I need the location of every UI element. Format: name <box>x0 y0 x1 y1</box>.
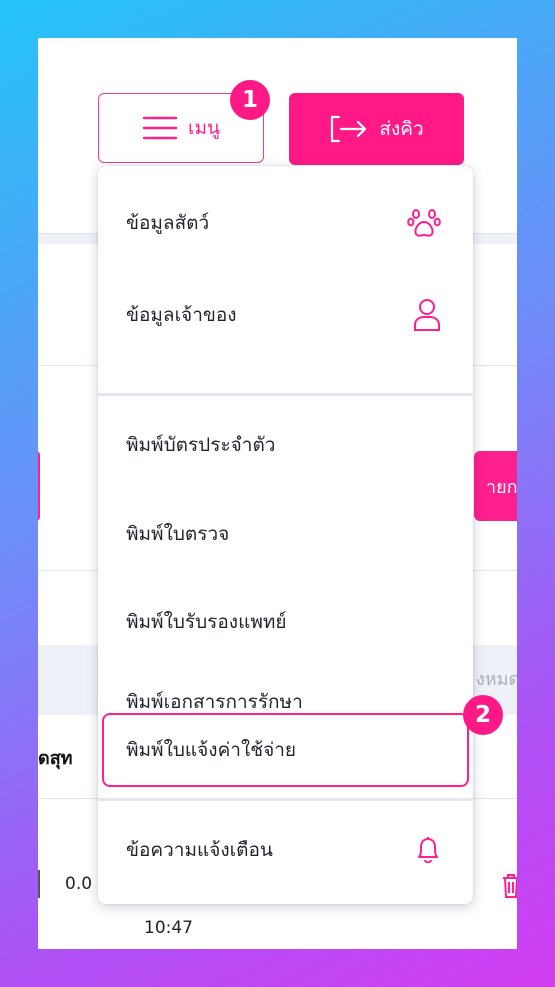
bg-left-button <box>38 451 40 521</box>
bell-icon <box>418 837 438 864</box>
bg-column-header: ดสุท <box>38 748 73 769</box>
bg-time: 10:47 <box>144 918 193 938</box>
app-screen: ายกา งหมด ดสุท 0.0 10:47 เมนู 1 ส่งคิว ข… <box>38 38 517 949</box>
menu-item-print-id-card[interactable]: พิมพ์บัตรประจำตัว <box>98 413 473 477</box>
logout-arrow-icon <box>331 115 367 143</box>
send-queue-button[interactable]: ส่งคิว <box>289 93 464 165</box>
menu-item-label: ข้อมูลเจ้าของ <box>126 304 237 326</box>
menu-item-animal-info[interactable]: ข้อมูลสัตว์ <box>98 191 473 255</box>
menu-item-print-invoice[interactable]: พิมพ์ใบแจ้งค่าใช้จ่าย <box>98 718 473 782</box>
menu-item-owner-info[interactable]: ข้อมูลเจ้าของ <box>98 283 473 347</box>
bg-filter-all[interactable]: งหมด <box>476 664 517 693</box>
menu-item-label: พิมพ์ใบแจ้งค่าใช้จ่าย <box>126 739 297 761</box>
bg-right-button-label: ายกา <box>486 476 517 498</box>
menu-divider <box>98 393 473 396</box>
menu-divider <box>98 798 473 801</box>
menu-item-label: พิมพ์บัตรประจำตัว <box>126 434 276 456</box>
step-badge-1: 1 <box>230 80 270 120</box>
menu-dropdown: ข้อมูลสัตว์ ข้อมูลเจ้าของ พิมพ์บัตรประจำ… <box>98 166 473 904</box>
person-icon <box>414 299 440 331</box>
menu-item-label: พิมพ์ใบรับรองแพทย์ <box>126 611 287 633</box>
paw-icon <box>407 209 441 237</box>
hamburger-icon <box>142 116 178 140</box>
menu-item-label: ข้อมูลสัตว์ <box>126 212 210 234</box>
bg-row-marker <box>38 870 40 898</box>
menu-button-label: เมนู <box>187 117 220 139</box>
menu-item-label: ข้อความแจ้งเตือน <box>126 839 273 861</box>
menu-item-print-exam[interactable]: พิมพ์ใบตรวจ <box>98 502 473 566</box>
trash-icon[interactable] <box>500 870 517 900</box>
bg-right-button[interactable]: ายกา <box>474 451 517 521</box>
send-queue-label: ส่งคิว <box>379 118 424 140</box>
bg-amount: 0.0 <box>65 874 93 894</box>
menu-item-label: พิมพ์ใบตรวจ <box>126 523 230 545</box>
menu-item-print-medical-cert[interactable]: พิมพ์ใบรับรองแพทย์ <box>98 590 473 654</box>
step-badge-2: 2 <box>463 695 503 735</box>
menu-item-notifications[interactable]: ข้อความแจ้งเตือน <box>98 818 473 882</box>
